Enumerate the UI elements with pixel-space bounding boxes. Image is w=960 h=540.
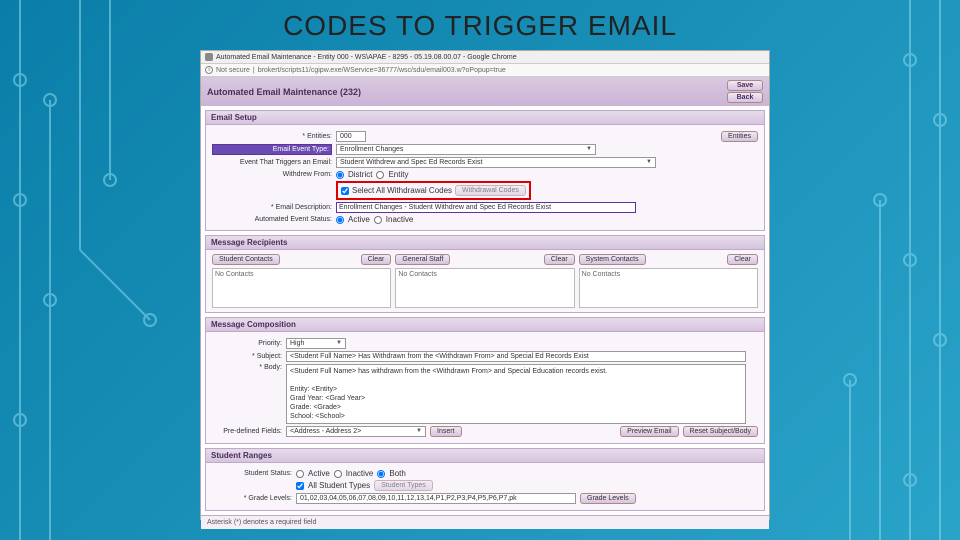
entities-field[interactable]: 000	[336, 131, 366, 142]
predefined-select[interactable]: <Address - Address 2>	[286, 426, 426, 437]
description-label: * Email Description:	[212, 204, 332, 211]
system-contacts-list[interactable]: No Contacts	[579, 268, 758, 308]
status-active-label: Active	[348, 215, 370, 224]
student-contacts-list[interactable]: No Contacts	[212, 268, 391, 308]
withdrew-entity-label: Entity	[388, 170, 408, 179]
app-icon	[205, 53, 213, 61]
url-text: brokert/scripts11/cgipw.exe/WService=367…	[258, 67, 506, 74]
recipients-title: Message Recipients	[205, 235, 765, 250]
required-field-note: Asterisk (*) denotes a required field	[201, 515, 769, 529]
entities-button[interactable]: Entities	[721, 131, 758, 142]
composition-section: Message Composition Priority: High * Sub…	[205, 317, 765, 444]
email-setup-title: Email Setup	[205, 110, 765, 125]
reset-subject-body-button[interactable]: Reset Subject/Body	[683, 426, 758, 437]
withdrawal-codes-button[interactable]: Withdrawal Codes	[455, 185, 526, 196]
all-student-types-label: All Student Types	[308, 481, 370, 490]
slide-title: CODES TO TRIGGER EMAIL	[0, 10, 960, 42]
clear-system-button[interactable]: Clear	[727, 254, 758, 265]
status-inactive-radio2[interactable]	[334, 470, 342, 478]
range-both-label: Both	[389, 469, 405, 478]
info-icon: i	[205, 66, 213, 74]
clear-student-button[interactable]: Clear	[361, 254, 392, 265]
grade-levels-field[interactable]: 01,02,03,04,05,06,07,08,09,10,11,12,13,1…	[296, 493, 576, 504]
subject-label: * Subject:	[212, 353, 282, 360]
body-field[interactable]: <Student Full Name> has withdrawn from t…	[286, 364, 746, 424]
recipients-section: Message Recipients Student Contacts Clear…	[205, 235, 765, 313]
grade-levels-label: * Grade Levels:	[212, 495, 292, 502]
all-student-types-checkbox[interactable]	[296, 482, 304, 490]
predefined-label: Pre-defined Fields:	[212, 428, 282, 435]
description-field[interactable]: Enrollment Changes - Student Withdrew an…	[336, 202, 636, 213]
system-contacts-button[interactable]: System Contacts	[579, 254, 646, 265]
composition-title: Message Composition	[205, 317, 765, 332]
event-type-label: Email Event Type:	[212, 144, 332, 155]
back-button[interactable]: Back	[727, 92, 763, 103]
general-staff-list[interactable]: No Contacts	[395, 268, 574, 308]
range-active-label: Active	[308, 469, 330, 478]
body-label: * Body:	[212, 364, 282, 371]
tab-title: Automated Email Maintenance - Entity 000…	[216, 54, 517, 61]
priority-select[interactable]: High	[286, 338, 346, 349]
student-types-button[interactable]: Student Types	[374, 480, 433, 491]
general-staff-button[interactable]: General Staff	[395, 254, 450, 265]
trigger-select[interactable]: Student Withdrew and Spec Ed Records Exi…	[336, 157, 656, 168]
withdrawal-codes-highlight: Select All Withdrawal Codes Withdrawal C…	[336, 181, 531, 200]
not-secure-label: Not secure	[216, 67, 250, 74]
select-all-codes-label: Select All Withdrawal Codes	[352, 186, 452, 195]
withdrew-district-radio[interactable]	[336, 171, 344, 179]
status-active-radio[interactable]	[336, 216, 344, 224]
student-ranges-title: Student Ranges	[205, 448, 765, 463]
chrome-tab-bar: Automated Email Maintenance - Entity 000…	[201, 51, 769, 64]
page-title: Automated Email Maintenance (232)	[207, 87, 361, 97]
grade-levels-button[interactable]: Grade Levels	[580, 493, 636, 504]
withdrew-entity-radio[interactable]	[376, 171, 384, 179]
status-both-radio[interactable]	[377, 470, 385, 478]
student-contacts-button[interactable]: Student Contacts	[212, 254, 280, 265]
priority-label: Priority:	[212, 340, 282, 347]
insert-button[interactable]: Insert	[430, 426, 462, 437]
student-status-label: Student Status:	[212, 470, 292, 477]
save-button[interactable]: Save	[727, 80, 763, 91]
status-label: Automated Event Status:	[212, 216, 332, 223]
subject-field[interactable]: <Student Full Name> Has Withdrawn from t…	[286, 351, 746, 362]
student-ranges-section: Student Ranges Student Status: Active In…	[205, 448, 765, 511]
withdrew-from-label: Withdrew From:	[212, 171, 332, 178]
app-header: Automated Email Maintenance (232) Save B…	[201, 77, 769, 106]
select-all-codes-checkbox[interactable]	[341, 187, 349, 195]
range-inactive-label: Inactive	[346, 469, 374, 478]
entities-label: * Entities:	[212, 133, 332, 140]
browser-window: Automated Email Maintenance - Entity 000…	[200, 50, 770, 520]
email-setup-section: Email Setup * Entities: 000 Entities Ema…	[205, 110, 765, 231]
withdrew-district-label: District	[348, 170, 372, 179]
url-bar: i Not secure | brokert/scripts11/cgipw.e…	[201, 64, 769, 77]
status-active-radio2[interactable]	[296, 470, 304, 478]
event-type-select[interactable]: Enrollment Changes	[336, 144, 596, 155]
status-inactive-radio[interactable]	[374, 216, 382, 224]
preview-email-button[interactable]: Preview Email	[620, 426, 678, 437]
status-inactive-label: Inactive	[386, 215, 414, 224]
trigger-label: Event That Triggers an Email:	[212, 159, 332, 166]
clear-staff-button[interactable]: Clear	[544, 254, 575, 265]
